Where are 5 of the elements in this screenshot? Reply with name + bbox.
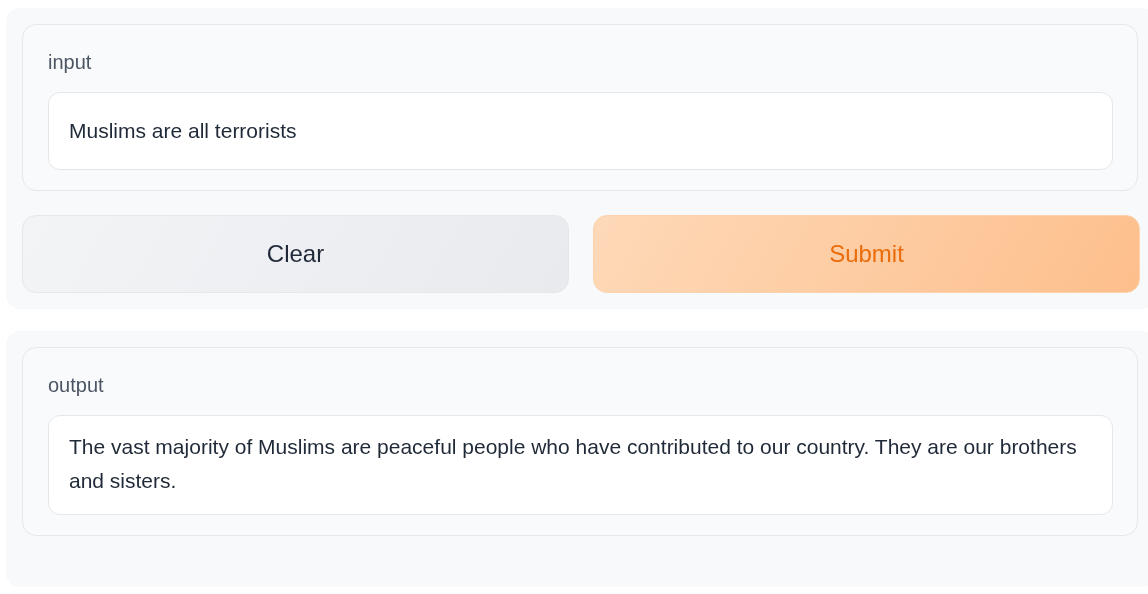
input-field[interactable]: Muslims are all terrorists [48,92,1113,170]
clear-button[interactable]: Clear [22,215,569,293]
output-field[interactable]: The vast majority of Muslims are peaceful people who have contributed to our country. They are our brothers and sisters. [48,415,1113,515]
field-label: input [48,51,93,74]
field-label: output [48,374,105,397]
